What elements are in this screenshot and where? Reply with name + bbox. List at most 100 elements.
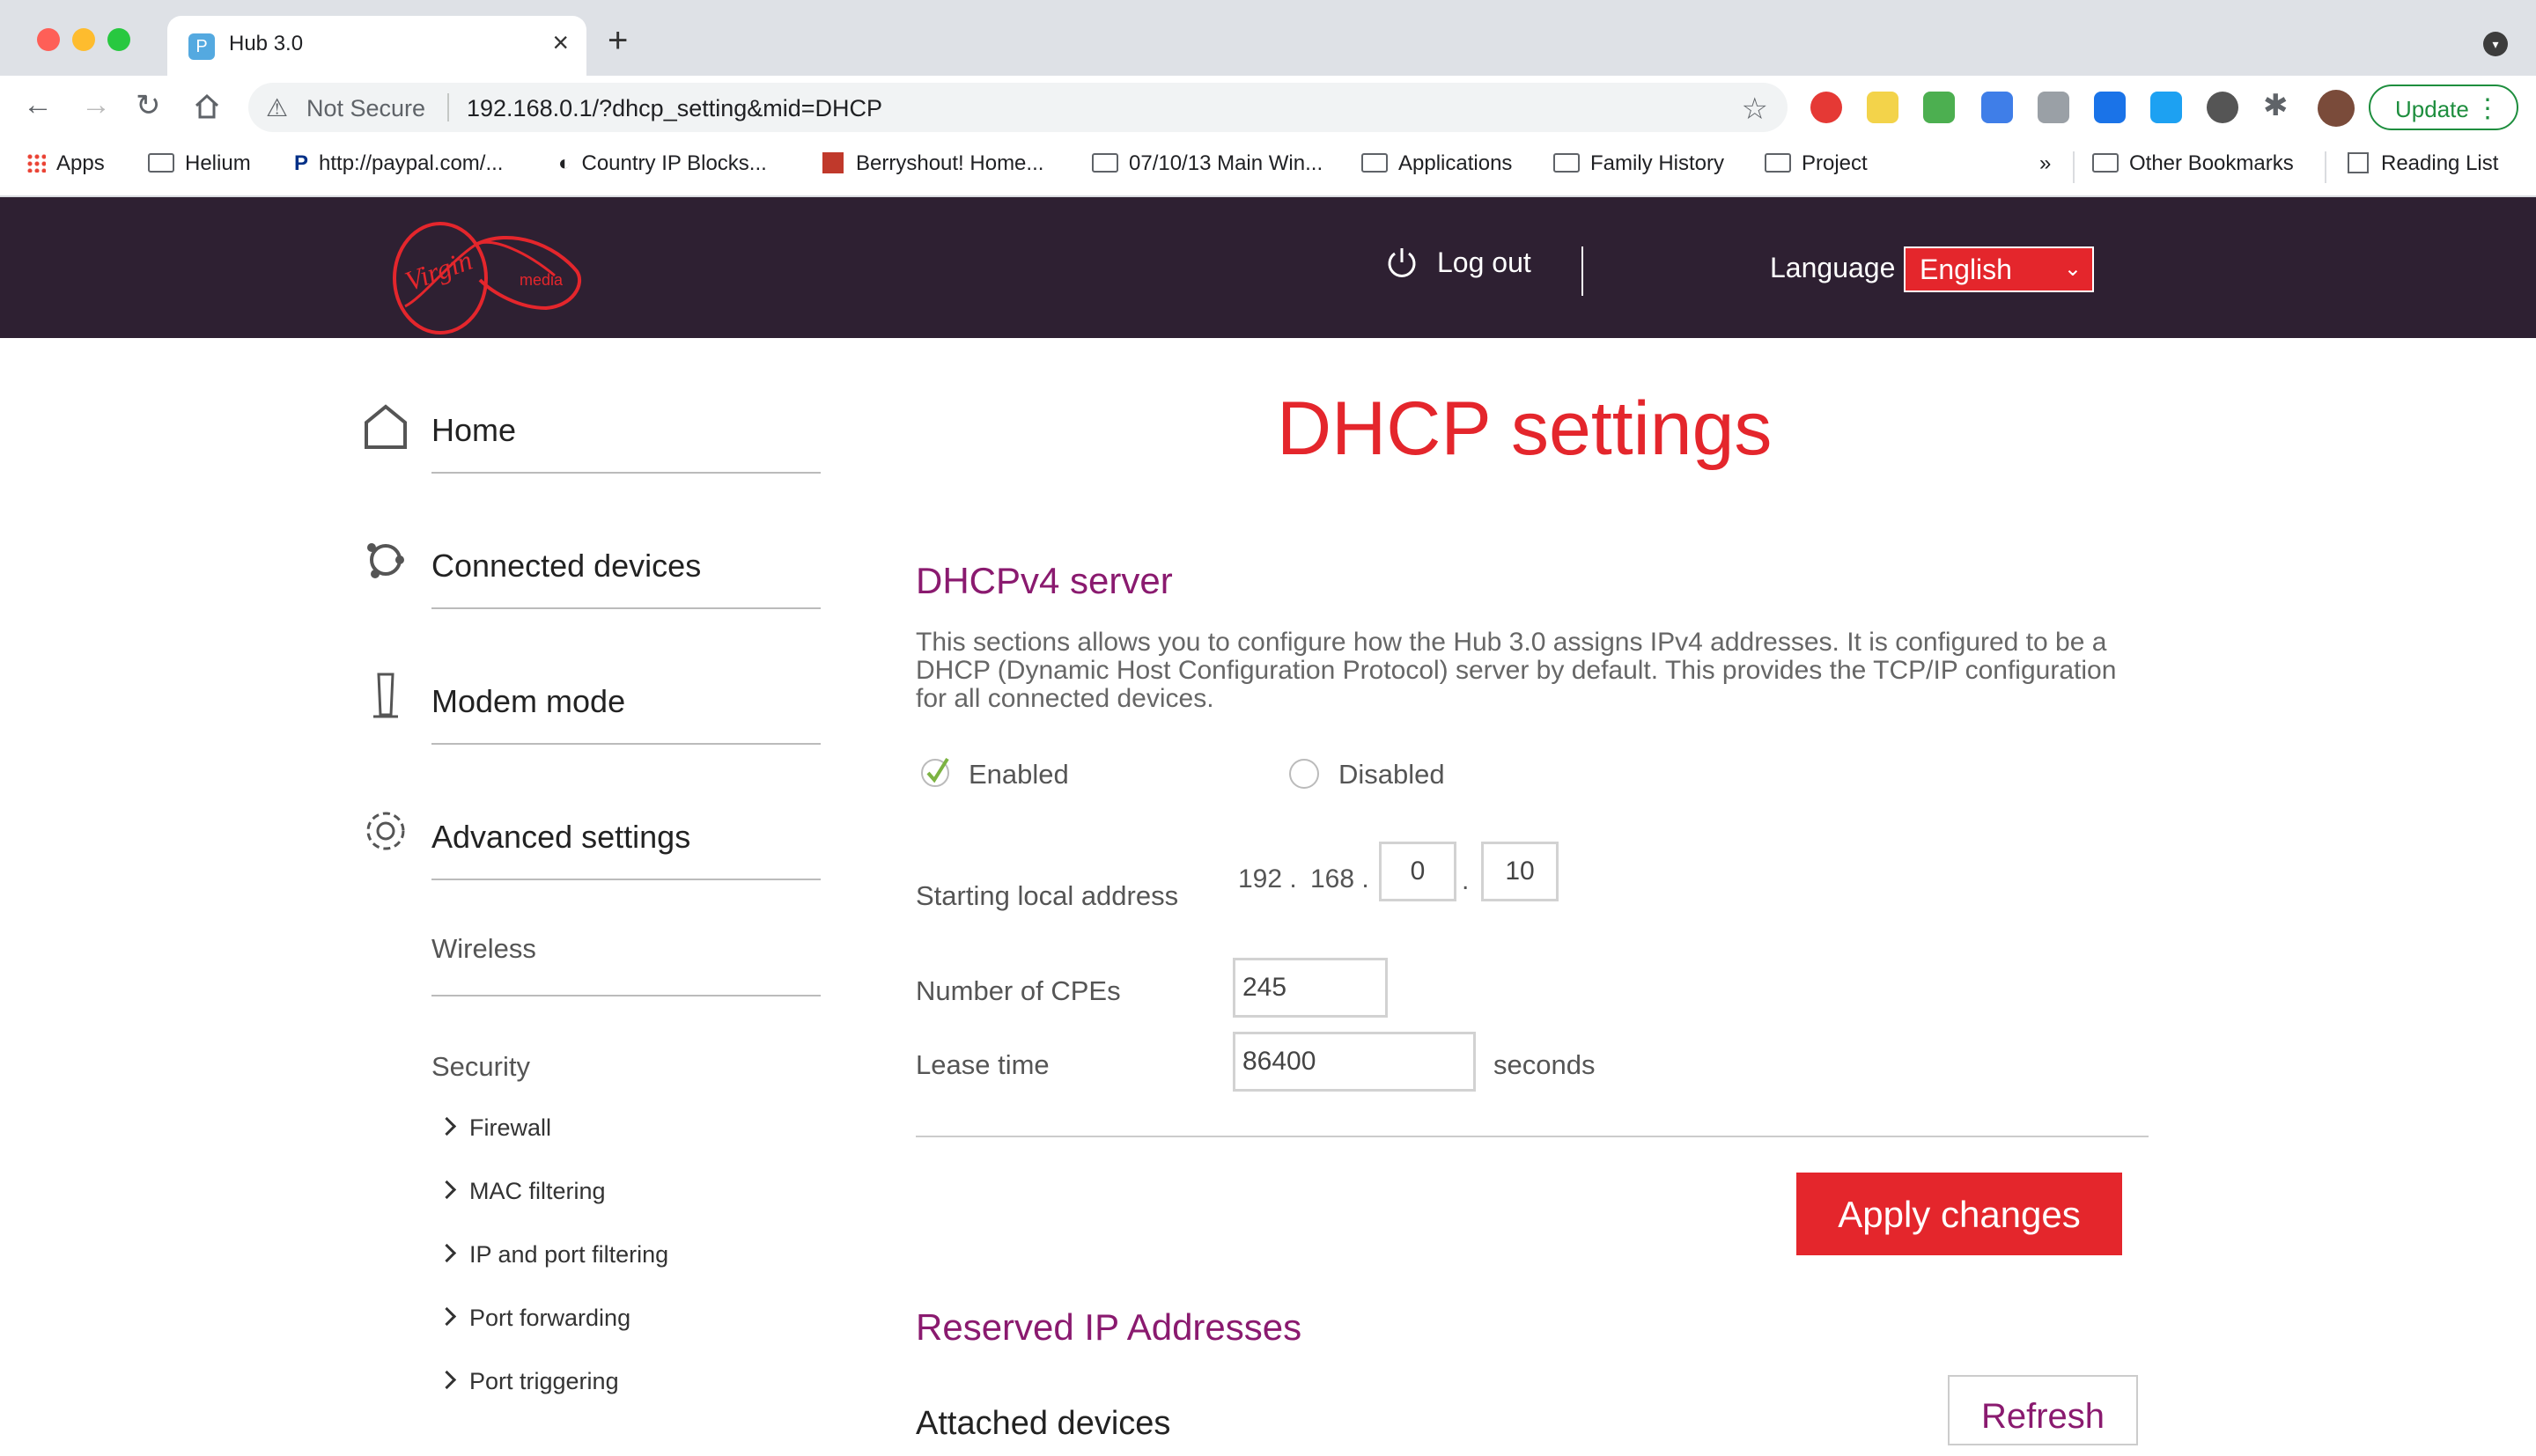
highlighter-extension-icon[interactable] bbox=[1867, 92, 1898, 123]
sidebar-item-connected-devices[interactable]: Connected devices bbox=[431, 548, 701, 585]
bookmark-country-ip[interactable]: ◐ Country IP Blocks... bbox=[558, 151, 767, 176]
puzzle-icon[interactable]: ✱ bbox=[2263, 88, 2289, 123]
bookmark-applications[interactable]: Applications bbox=[1361, 151, 1512, 176]
home-browser-icon[interactable] bbox=[192, 92, 222, 121]
sidebar-item-mac-filtering[interactable]: MAC filtering bbox=[437, 1178, 606, 1205]
sidebar-item-modem-mode[interactable]: Modem mode bbox=[431, 683, 625, 720]
tp-link-favicon-icon: P bbox=[188, 33, 215, 60]
minimize-window-button[interactable] bbox=[72, 28, 95, 51]
chevron-right-icon bbox=[437, 1180, 457, 1200]
bookmark-helium[interactable]: Helium bbox=[148, 151, 251, 176]
starting-address-label: Starting local address bbox=[916, 880, 1179, 911]
chevron-right-icon bbox=[437, 1243, 457, 1263]
apply-changes-button[interactable]: Apply changes bbox=[1796, 1173, 2122, 1255]
ip-octet-4-input[interactable]: 10 bbox=[1481, 842, 1559, 901]
sidebar-divider bbox=[431, 472, 821, 474]
more-icon: ⋮ bbox=[2474, 94, 2501, 123]
svg-text:Virgin: Virgin bbox=[401, 244, 476, 298]
bookmarks-bar: Apps Helium Phttp://paypal.com/... ◐ Coun… bbox=[0, 139, 2536, 197]
omnibox-divider bbox=[447, 93, 449, 121]
sidebar-item-port-forwarding[interactable]: Port forwarding bbox=[437, 1305, 630, 1332]
browser-chrome: P Hub 3.0 × + ▾ ← → ↻ ⚠ Not Secure 192.1… bbox=[0, 0, 2536, 197]
form-divider bbox=[916, 1136, 2149, 1137]
power-icon[interactable] bbox=[1384, 245, 1419, 280]
address-bar[interactable]: ⚠ Not Secure 192.168.0.1/?dhcp_setting&m… bbox=[248, 83, 1788, 132]
home-icon bbox=[365, 404, 407, 449]
modem-icon bbox=[373, 673, 398, 718]
chevron-down-icon: ⌄ bbox=[2063, 257, 2082, 281]
sidebar-item-ip-port-filtering[interactable]: IP and port filtering bbox=[437, 1241, 668, 1268]
disabled-radio[interactable] bbox=[1289, 759, 1319, 789]
security-status[interactable]: Not Secure bbox=[306, 95, 425, 122]
chevron-right-icon bbox=[437, 1116, 457, 1136]
ip-dot: . bbox=[1462, 866, 1470, 895]
forward-icon[interactable]: → bbox=[81, 88, 111, 122]
bookmark-apps[interactable]: Apps bbox=[26, 151, 105, 176]
refresh-button[interactable]: Refresh bbox=[1948, 1375, 2138, 1445]
bookmarks-overflow[interactable]: » bbox=[2039, 151, 2051, 176]
tab-search-icon[interactable]: ▾ bbox=[2483, 32, 2508, 56]
url-text[interactable]: 192.168.0.1/?dhcp_setting&mid=DHCP bbox=[467, 95, 882, 122]
virgin-media-logo[interactable]: Virgin media bbox=[387, 210, 590, 347]
language-label: Language bbox=[1770, 252, 1896, 283]
bookmark-family-history[interactable]: Family History bbox=[1553, 151, 1724, 176]
lease-unit: seconds bbox=[1493, 1049, 1596, 1080]
globe-icon: ◐ bbox=[558, 151, 571, 175]
screenshot-extension-icon[interactable] bbox=[1923, 92, 1955, 123]
tab-hub[interactable]: P Hub 3.0 × bbox=[167, 16, 586, 76]
ip-octet-1: 192 . bbox=[1238, 864, 1297, 893]
code-extension-icon[interactable] bbox=[2038, 92, 2069, 123]
sidebar-divider bbox=[431, 879, 821, 880]
site-icon bbox=[822, 152, 844, 173]
update-button[interactable]: Update ⋮ bbox=[2369, 85, 2518, 130]
tag-extension-icon[interactable] bbox=[1981, 92, 2013, 123]
tab-close-icon[interactable]: × bbox=[552, 26, 569, 59]
sidebar-divider bbox=[431, 607, 821, 609]
reload-icon[interactable]: ↻ bbox=[136, 88, 161, 123]
lease-time-input[interactable]: 86400 bbox=[1233, 1032, 1476, 1092]
bookmark-reading-list[interactable]: Reading List bbox=[2348, 151, 2498, 176]
site-header: Virgin media Log out Language English ⌄ bbox=[0, 197, 2536, 338]
bookmark-other[interactable]: Other Bookmarks bbox=[2092, 151, 2294, 176]
ip-octet-2: 168 . bbox=[1310, 864, 1369, 893]
sidebar-item-wireless[interactable]: Wireless bbox=[431, 933, 536, 965]
sidebar-divider bbox=[431, 995, 821, 996]
language-value: English bbox=[1920, 254, 2012, 285]
page-title: DHCP settings bbox=[1277, 386, 1773, 471]
cpes-input[interactable]: 245 bbox=[1233, 958, 1388, 1018]
bookmark-berryshout[interactable]: Berryshout! Home... bbox=[822, 151, 1043, 176]
reserved-ip-heading: Reserved IP Addresses bbox=[916, 1306, 1302, 1348]
ip-octet-3-input[interactable]: 0 bbox=[1379, 842, 1456, 901]
sidebar-item-port-triggering[interactable]: Port triggering bbox=[437, 1368, 619, 1395]
dhcpv4-heading: DHCPv4 server bbox=[916, 560, 1173, 601]
bookmark-paypal[interactable]: Phttp://paypal.com/... bbox=[294, 151, 503, 176]
enabled-check-icon[interactable] bbox=[919, 754, 955, 789]
adblock-extension-icon[interactable] bbox=[1810, 92, 1842, 123]
twitter-extension-icon[interactable] bbox=[2150, 92, 2182, 123]
bookmarks-divider bbox=[2073, 151, 2075, 183]
bookmark-project[interactable]: Project bbox=[1765, 151, 1868, 176]
bookmark-main-win[interactable]: 07/10/13 Main Win... bbox=[1092, 151, 1323, 176]
sidebar-item-home[interactable]: Home bbox=[431, 412, 516, 449]
folder-icon bbox=[2092, 153, 2119, 173]
sidebar-item-advanced-settings[interactable]: Advanced settings bbox=[431, 819, 690, 856]
sidebar-divider bbox=[431, 743, 821, 745]
enabled-radio-label[interactable]: Enabled bbox=[969, 759, 1069, 791]
logout-link[interactable]: Log out bbox=[1437, 246, 1531, 279]
disabled-radio-label[interactable]: Disabled bbox=[1338, 759, 1445, 791]
warning-icon[interactable]: ⚠ bbox=[266, 93, 288, 122]
circle-extension-icon[interactable] bbox=[2207, 92, 2238, 123]
language-select[interactable]: English ⌄ bbox=[1904, 246, 2094, 292]
folder-icon bbox=[148, 153, 174, 173]
sidebar-section-security[interactable]: Security bbox=[431, 1051, 530, 1083]
tab-extension-icon[interactable] bbox=[2094, 92, 2126, 123]
sidebar-item-firewall[interactable]: Firewall bbox=[437, 1114, 551, 1142]
header-divider bbox=[1581, 246, 1583, 296]
back-icon[interactable]: ← bbox=[23, 88, 53, 122]
zoom-window-button[interactable] bbox=[107, 28, 130, 51]
svg-text:media: media bbox=[520, 271, 564, 289]
profile-avatar[interactable] bbox=[2318, 90, 2355, 127]
bookmark-star-icon[interactable]: ☆ bbox=[1742, 92, 1768, 127]
new-tab-button[interactable]: + bbox=[608, 21, 628, 61]
close-window-button[interactable] bbox=[37, 28, 60, 51]
